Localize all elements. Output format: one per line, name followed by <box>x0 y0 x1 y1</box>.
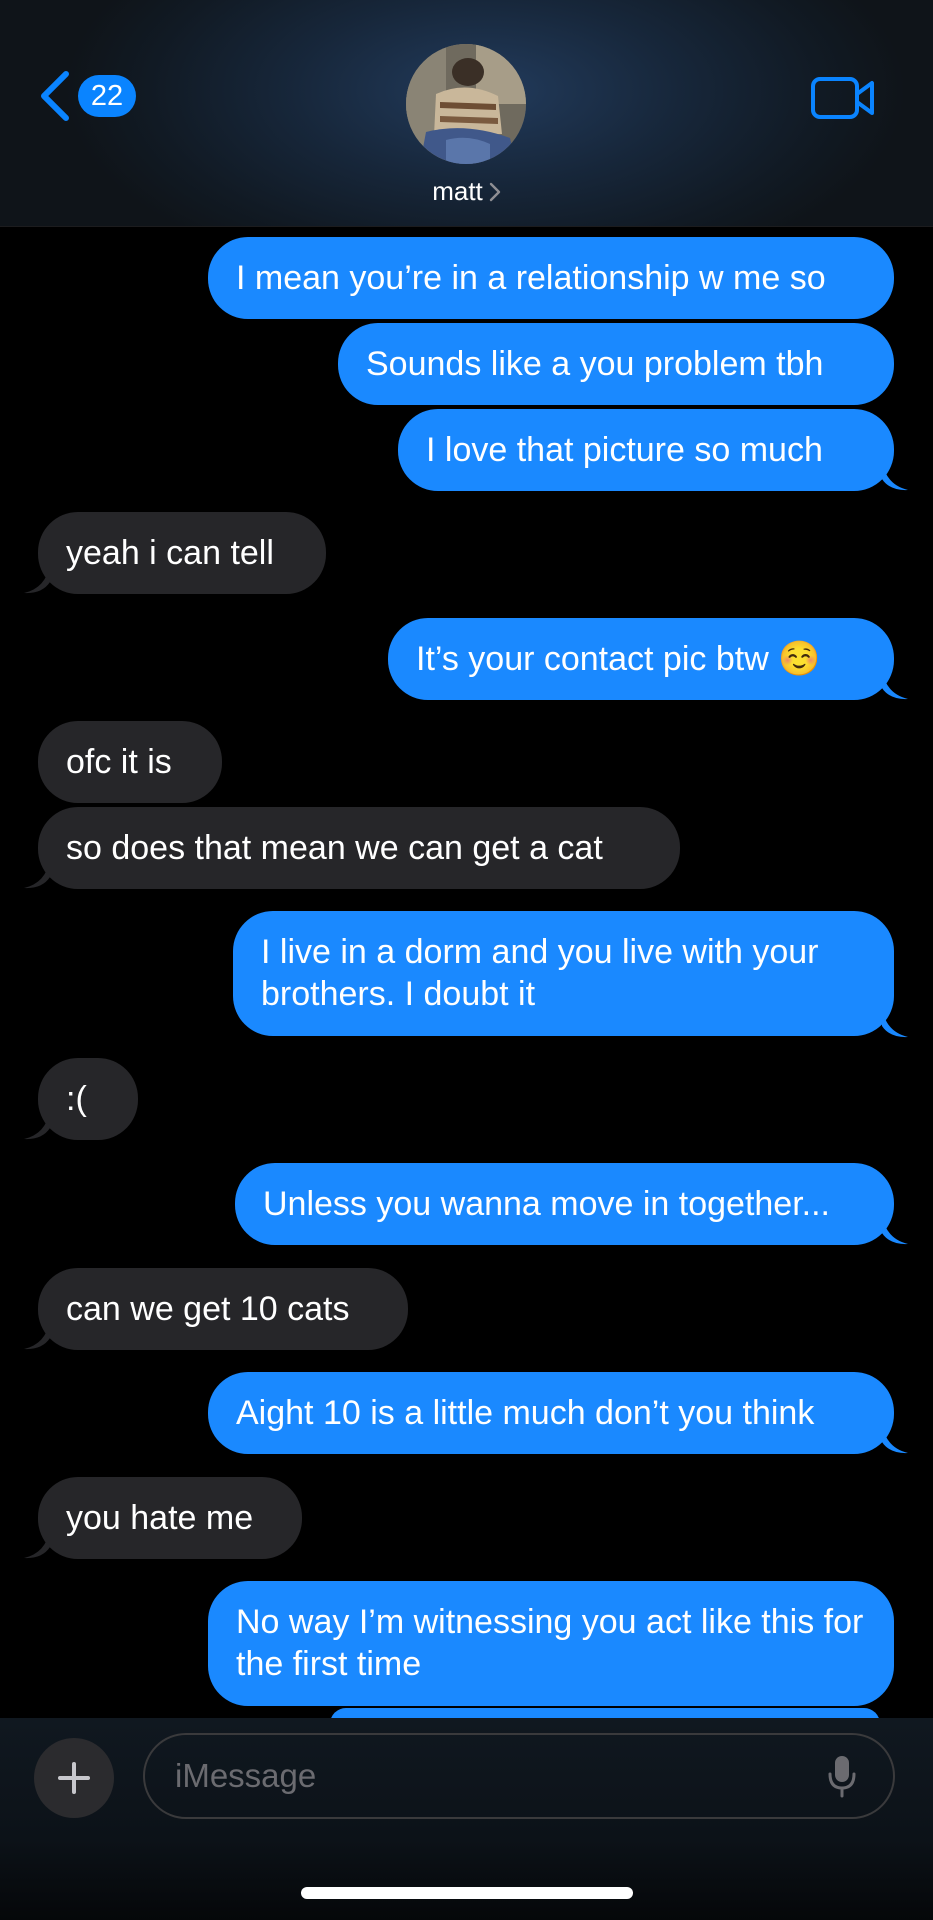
message-input[interactable]: iMessage <box>143 1733 895 1819</box>
contact-photo <box>406 44 526 164</box>
message-bubble-received[interactable]: yeah i can tell <box>38 512 326 594</box>
video-camera-icon[interactable] <box>810 74 876 122</box>
message-bubble-sent[interactable]: Aight 10 is a little much don’t you thin… <box>208 1372 894 1454</box>
bubble-tail <box>24 1110 50 1140</box>
avatar[interactable] <box>406 44 526 164</box>
message-bubble-sent[interactable]: Unless you wanna move in together... <box>235 1163 894 1245</box>
plus-icon <box>58 1762 90 1794</box>
bubble-tail <box>24 1320 50 1350</box>
bubble-tail <box>882 1424 908 1454</box>
bubble-tail <box>882 1215 908 1245</box>
message-bubble-sent[interactable]: It’s your contact pic btw ☺️ <box>388 618 894 700</box>
bubble-tail <box>882 1008 908 1038</box>
bubble-tail <box>882 461 908 491</box>
bubble-tail <box>24 859 50 889</box>
back-button[interactable]: 22 <box>36 70 136 122</box>
chevron-left-icon <box>41 71 69 121</box>
microphone-icon[interactable] <box>828 1754 856 1798</box>
message-bubble-sent[interactable]: No way I’m witnessing you act like this … <box>208 1581 894 1706</box>
message-bubble-sent[interactable]: I live in a dorm and you live with your … <box>233 911 894 1036</box>
bubble-tail <box>24 564 50 594</box>
message-bubble-received[interactable]: :( <box>38 1058 138 1140</box>
bubble-tail <box>24 1529 50 1559</box>
message-input-placeholder: iMessage <box>175 1757 317 1794</box>
home-indicator[interactable] <box>301 1887 633 1899</box>
message-bubble-received[interactable]: so does that mean we can get a cat <box>38 807 680 889</box>
bubble-tail <box>882 670 908 700</box>
message-bubble-sent[interactable]: I mean you’re in a relationship w me so <box>208 237 894 319</box>
message-bubble-received[interactable]: you hate me <box>38 1477 302 1559</box>
contact-name-button[interactable]: matt <box>0 176 933 207</box>
message-bubble-received[interactable]: can we get 10 cats <box>38 1268 408 1350</box>
unread-count-badge: 22 <box>78 75 136 117</box>
message-bubble-sent[interactable]: Sounds like a you problem tbh <box>338 323 894 405</box>
apps-plus-button[interactable] <box>34 1738 114 1818</box>
contact-name: matt <box>432 176 483 206</box>
message-bubble-received[interactable]: ofc it is <box>38 721 222 803</box>
message-bubble-sent[interactable]: I love that picture so much <box>398 409 894 491</box>
chevron-right-icon <box>489 182 500 201</box>
